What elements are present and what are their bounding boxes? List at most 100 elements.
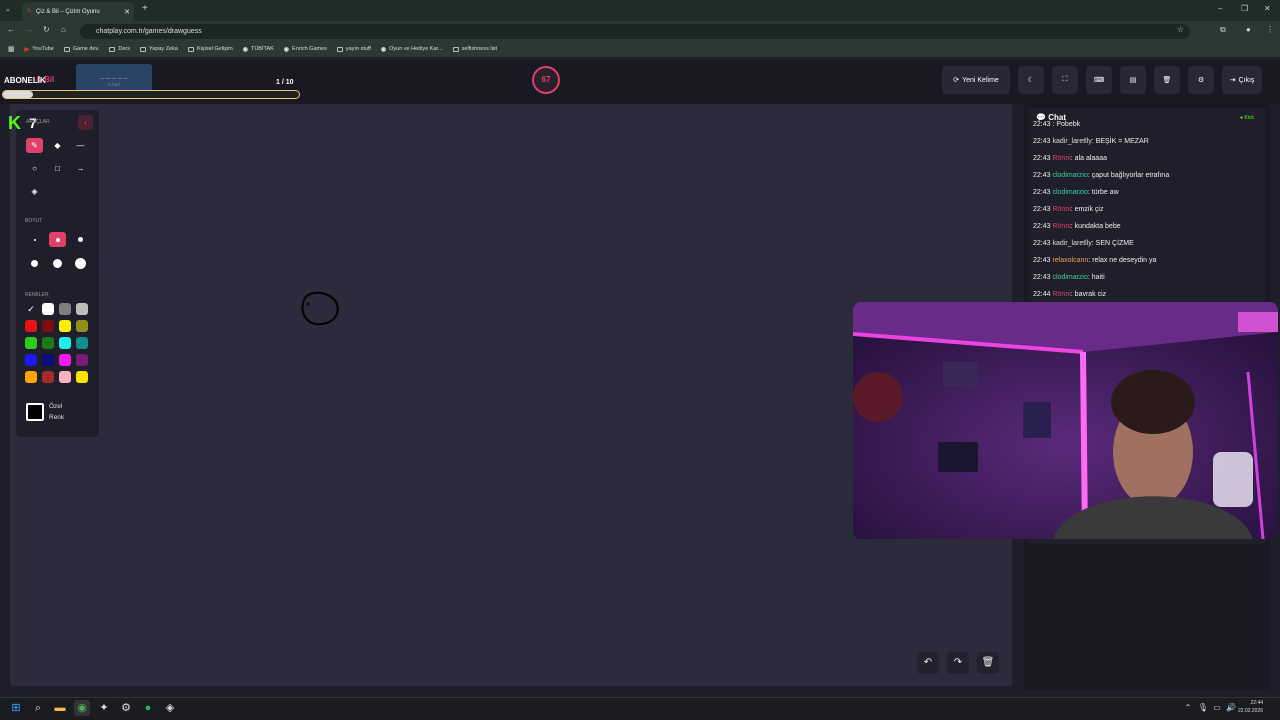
close-tab-icon[interactable]: ✕ [124, 8, 130, 16]
system-clock[interactable]: 22:44 22.02.2026 [1238, 699, 1263, 715]
url-input[interactable]: chatplay.com.tr/games/drawguess [80, 24, 1190, 39]
chrome-icon[interactable]: ◉ [74, 700, 90, 716]
tab-list-icon[interactable]: ⌄ [5, 5, 11, 13]
new-tab-icon[interactable]: + [142, 3, 148, 14]
forward-icon[interactable]: → [25, 25, 33, 34]
size-option[interactable] [26, 256, 43, 271]
color-swatch[interactable] [42, 320, 54, 332]
volume-icon[interactable]: 🔊 [1223, 700, 1239, 716]
size-option[interactable] [49, 256, 66, 271]
arrow-tool[interactable]: → [72, 161, 89, 176]
chat-message-time: 22:43 [1033, 206, 1051, 213]
undo-button[interactable]: ↶ [917, 652, 939, 674]
clear-canvas-button[interactable]: 🗑 [977, 652, 999, 674]
start-icon[interactable]: ⊞ [8, 700, 24, 716]
bookmark-star-icon[interactable]: ☆ [1177, 25, 1184, 34]
circle-tool[interactable]: ○ [26, 161, 43, 176]
color-swatch-selected[interactable]: ✓ [25, 303, 37, 315]
bookmark-folder[interactable]: Game dev. [63, 46, 99, 52]
browser-tab[interactable]: ✎ Çiz & Bil – Çizim Oyunu ✕ [22, 2, 134, 21]
color-swatch[interactable] [59, 371, 71, 383]
close-window-icon[interactable]: ✕ [1264, 4, 1271, 13]
size-option[interactable] [72, 232, 89, 247]
app-icon[interactable]: ⚙ [118, 700, 134, 716]
color-swatch[interactable] [25, 320, 37, 332]
chat-message-user[interactable]: Rönni [1052, 206, 1070, 213]
color-swatch[interactable] [42, 337, 54, 349]
bookmark-folder[interactable]: Yapay Zeka [140, 46, 178, 52]
bookmark-tubitak[interactable]: ◉ TÜBİTAK [243, 46, 274, 53]
chat-message-user[interactable]: clodimarzio [1052, 274, 1087, 281]
search-icon[interactable]: ⌕ [30, 700, 46, 716]
apps-grid-icon[interactable]: ▦ [8, 45, 15, 53]
archive-icon: ▤ [1129, 77, 1137, 84]
keyboard-button[interactable]: ⌨ [1086, 66, 1112, 94]
spotify-icon[interactable]: ● [140, 700, 156, 716]
color-swatch[interactable] [42, 371, 54, 383]
home-icon[interactable]: ⌂ [61, 25, 66, 34]
bookmark-folder[interactable]: Kişisel Gelişim [187, 46, 233, 52]
color-swatch[interactable] [25, 337, 37, 349]
color-swatch[interactable] [76, 320, 88, 332]
bookmark-oyun[interactable]: ◉ Oyun ve Hediye Kar... [381, 46, 443, 53]
size-option[interactable] [49, 232, 66, 247]
app-icon[interactable]: ✦ [96, 700, 112, 716]
chat-message-user[interactable]: clodimarzio [1052, 189, 1087, 196]
fullscreen-button[interactable]: ⛶ [1052, 66, 1078, 94]
size-option[interactable] [26, 232, 43, 247]
bookmark-enrich[interactable]: ◉ Enrich Games [284, 46, 327, 53]
browser-menu-icon[interactable]: ⋮ [1266, 25, 1274, 34]
line-icon: — [76, 141, 85, 150]
tray-expand-icon[interactable]: ⌃ [1180, 700, 1196, 716]
size-option[interactable] [72, 256, 89, 271]
color-swatch[interactable] [76, 337, 88, 349]
color-swatch[interactable] [25, 354, 37, 366]
chat-message-user[interactable]: relaxolcann [1052, 257, 1088, 264]
line-tool[interactable]: — [72, 138, 89, 153]
color-swatch[interactable] [25, 371, 37, 383]
color-swatch[interactable] [76, 371, 88, 383]
bookmark-folder[interactable]: yayın stuff [336, 46, 371, 52]
color-swatch[interactable] [42, 354, 54, 366]
app-icon[interactable]: ◈ [162, 700, 178, 716]
reload-icon[interactable]: ↻ [43, 25, 50, 34]
extensions-icon[interactable]: ⧉ [1220, 25, 1226, 35]
minimize-icon[interactable]: – [1218, 4, 1222, 13]
settings-button[interactable]: ⚙ [1188, 66, 1214, 94]
collapse-panel-button[interactable]: ‹ [78, 115, 93, 130]
bookmark-folder[interactable]: Ders [109, 46, 130, 52]
chat-message-user[interactable]: clodimarzio [1052, 172, 1087, 179]
color-swatch[interactable] [59, 354, 71, 366]
colors-section-label: RENKLER [25, 292, 49, 298]
rectangle-tool[interactable]: □ [49, 161, 66, 176]
chat-message-user[interactable]: kadir_laretlly [1052, 240, 1091, 247]
chat-message-user[interactable]: Rönni [1052, 223, 1070, 230]
redo-button[interactable]: ↷ [947, 652, 969, 674]
bookmark-youtube[interactable]: ▶ YouTube [25, 46, 54, 53]
maximize-icon[interactable]: ❐ [1241, 4, 1248, 13]
chat-message-user[interactable]: Rönni [1052, 155, 1070, 162]
moon-icon: ☾ [1027, 77, 1035, 84]
chat-message-user[interactable]: kadir_laretlly [1052, 138, 1091, 145]
delete-button[interactable]: 🗑 [1154, 66, 1180, 94]
fill-tool[interactable]: ◈ [26, 184, 43, 199]
color-swatch[interactable] [76, 354, 88, 366]
file-explorer-icon[interactable]: ▬ [52, 700, 68, 716]
pen-tool[interactable]: ✎ [26, 138, 43, 153]
bookmark-folder[interactable]: selfishness list [452, 46, 497, 52]
archive-button[interactable]: ▤ [1120, 66, 1146, 94]
color-swatch[interactable] [42, 303, 54, 315]
back-icon[interactable]: ← [7, 25, 15, 34]
color-swatch[interactable] [59, 303, 71, 315]
color-swatch[interactable] [59, 320, 71, 332]
custom-color-button[interactable]: Özel Renk [26, 398, 90, 426]
new-word-button[interactable]: ⟳ Yeni Kelime [942, 66, 1010, 94]
eraser-tool[interactable]: ◆ [49, 138, 66, 153]
profile-avatar[interactable]: ● [1246, 25, 1251, 34]
chat-message-user[interactable]: Rönni [1052, 291, 1070, 296]
color-swatch[interactable] [59, 337, 71, 349]
color-swatch[interactable] [76, 303, 88, 315]
dot-icon [31, 260, 38, 267]
theme-toggle-button[interactable]: ☾ [1018, 66, 1044, 94]
exit-button[interactable]: ⇥ Çıkış [1222, 66, 1262, 94]
